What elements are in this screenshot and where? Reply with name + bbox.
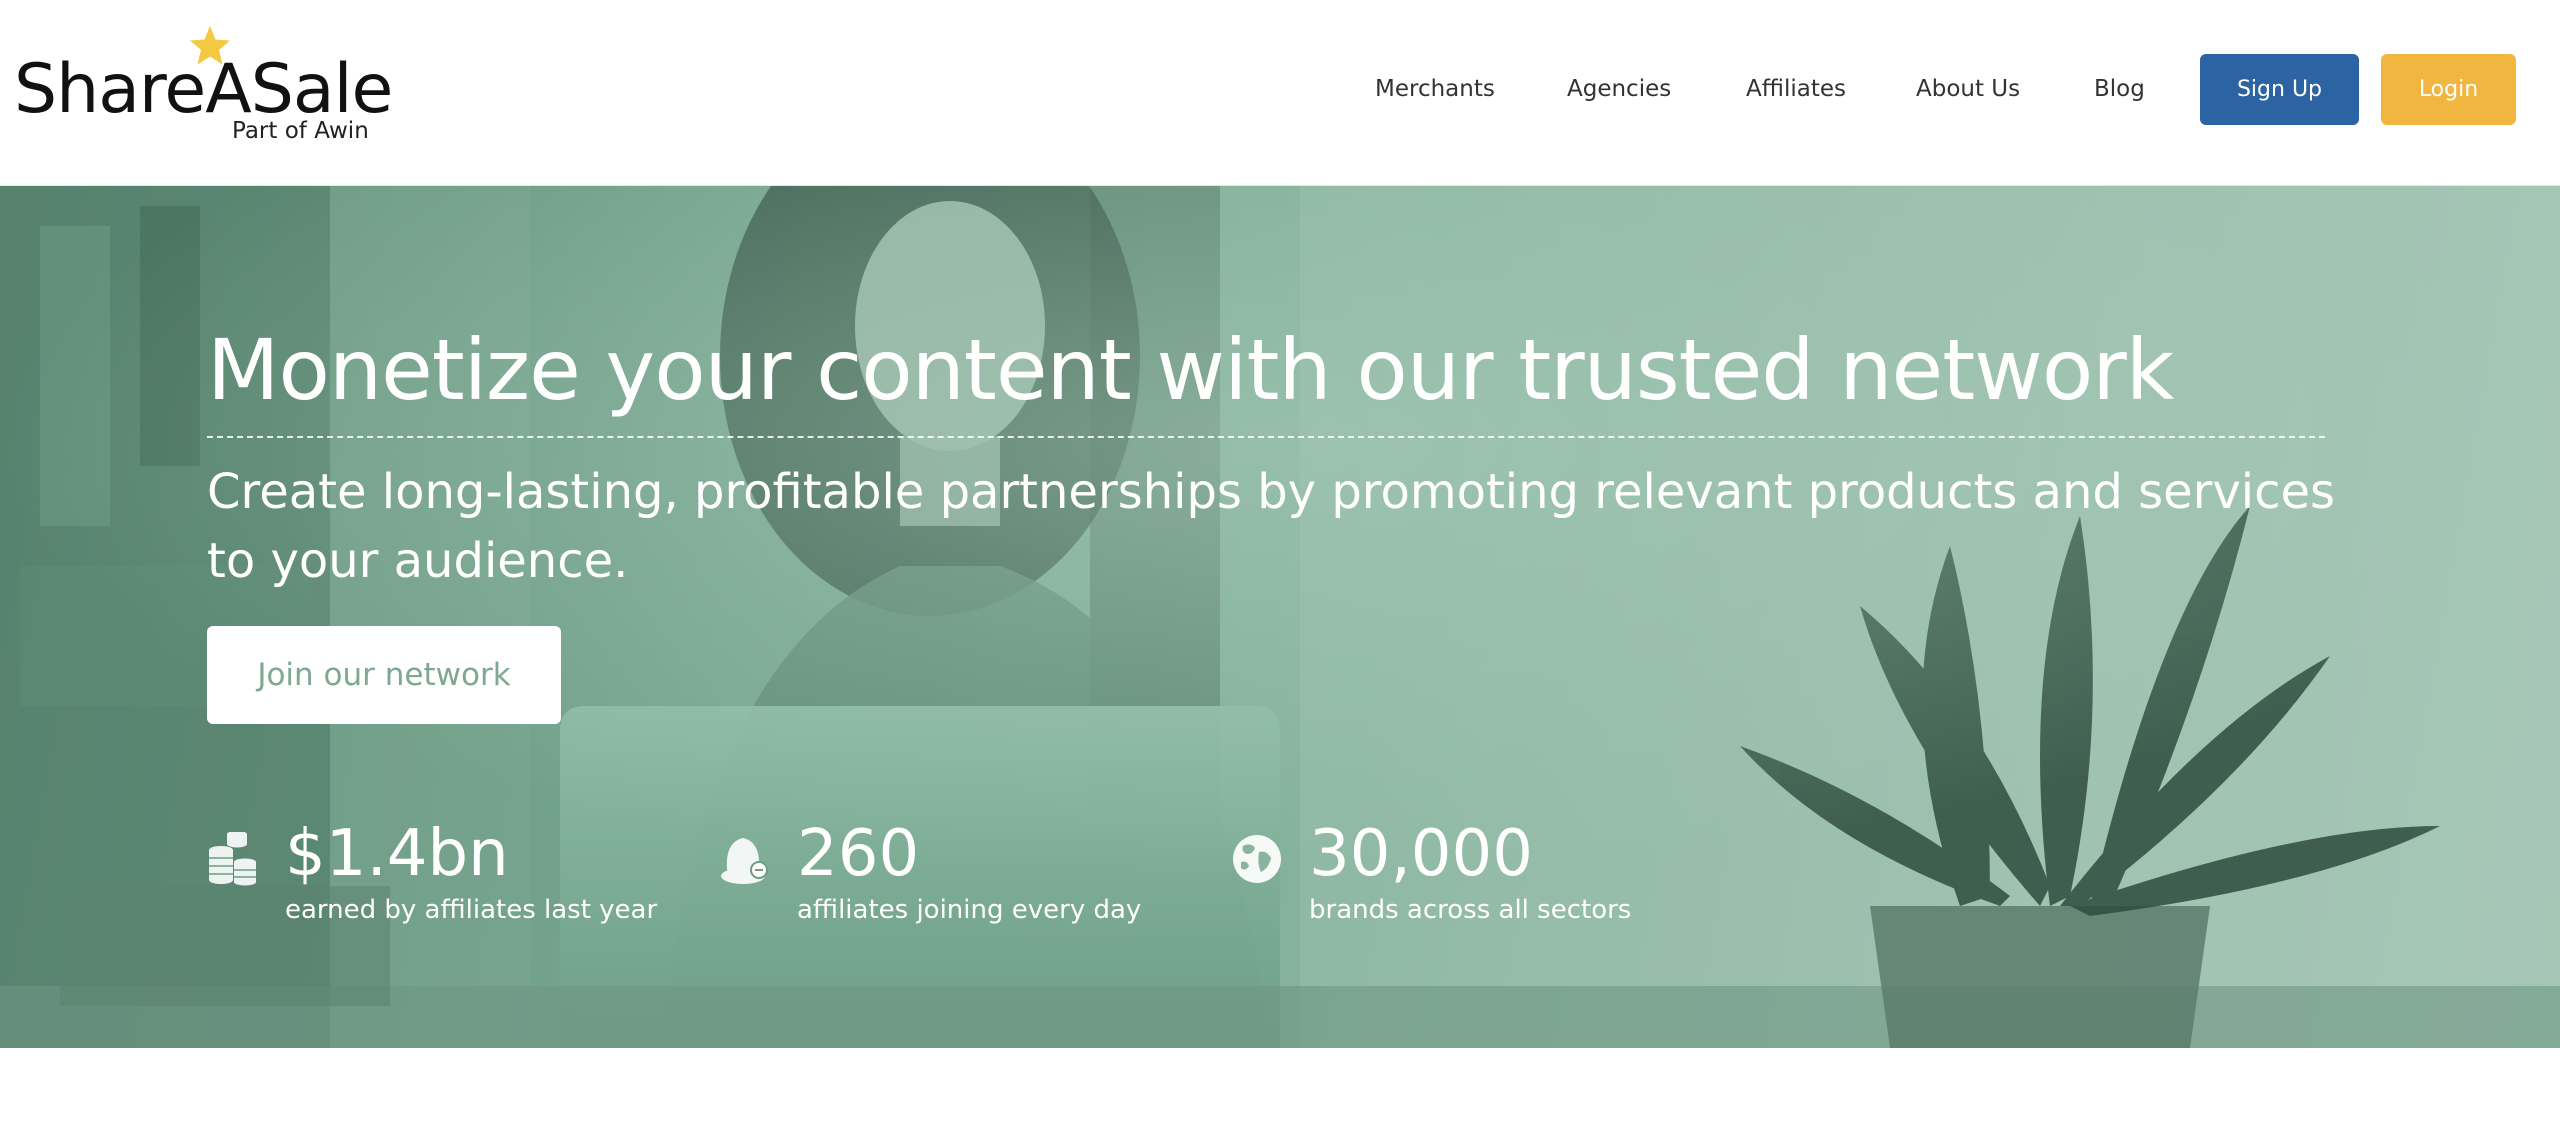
login-button[interactable]: Login [2381, 54, 2516, 125]
hero-section: Monetize your content with our trusted n… [0, 186, 2560, 1048]
nav-item-affiliates[interactable]: Affiliates [1746, 74, 1846, 104]
join-network-button[interactable]: Join our network [207, 626, 561, 724]
nav-item-blog[interactable]: Blog [2094, 74, 2145, 104]
hero-subtitle: Create long-lasting, profitable partners… [207, 464, 2336, 589]
hero-content: Monetize your content with our trusted n… [0, 186, 2560, 1048]
nav-item-agencies[interactable]: Agencies [1567, 74, 1671, 104]
hero-divider [207, 436, 2325, 438]
nav-item-about-us[interactable]: About Us [1916, 74, 2020, 104]
stat-value: 260 [797, 817, 920, 891]
nav-item-merchants[interactable]: Merchants [1375, 74, 1495, 104]
logo-tagline: Part of Awin [232, 118, 369, 144]
site-header: ShareASale Part of Awin Merchants Agenci… [0, 0, 2560, 186]
person-add-icon [721, 838, 768, 884]
stat-value: $1.4bn [285, 817, 509, 891]
stat-value: 30,000 [1309, 817, 1533, 891]
stat-label: earned by affiliates last year [285, 895, 658, 925]
sign-up-button[interactable]: Sign Up [2200, 54, 2359, 125]
logo-wordmark: ShareASale [14, 50, 393, 129]
hero-title: Monetize your content with our trusted n… [207, 321, 2174, 419]
stat-label: affiliates joining every day [797, 895, 1142, 925]
stat-label: brands across all sectors [1309, 895, 1632, 925]
coins-icon [209, 832, 256, 886]
sharesale-logo[interactable]: ShareASale Part of Awin [14, 22, 393, 152]
globe-icon [1233, 835, 1281, 883]
